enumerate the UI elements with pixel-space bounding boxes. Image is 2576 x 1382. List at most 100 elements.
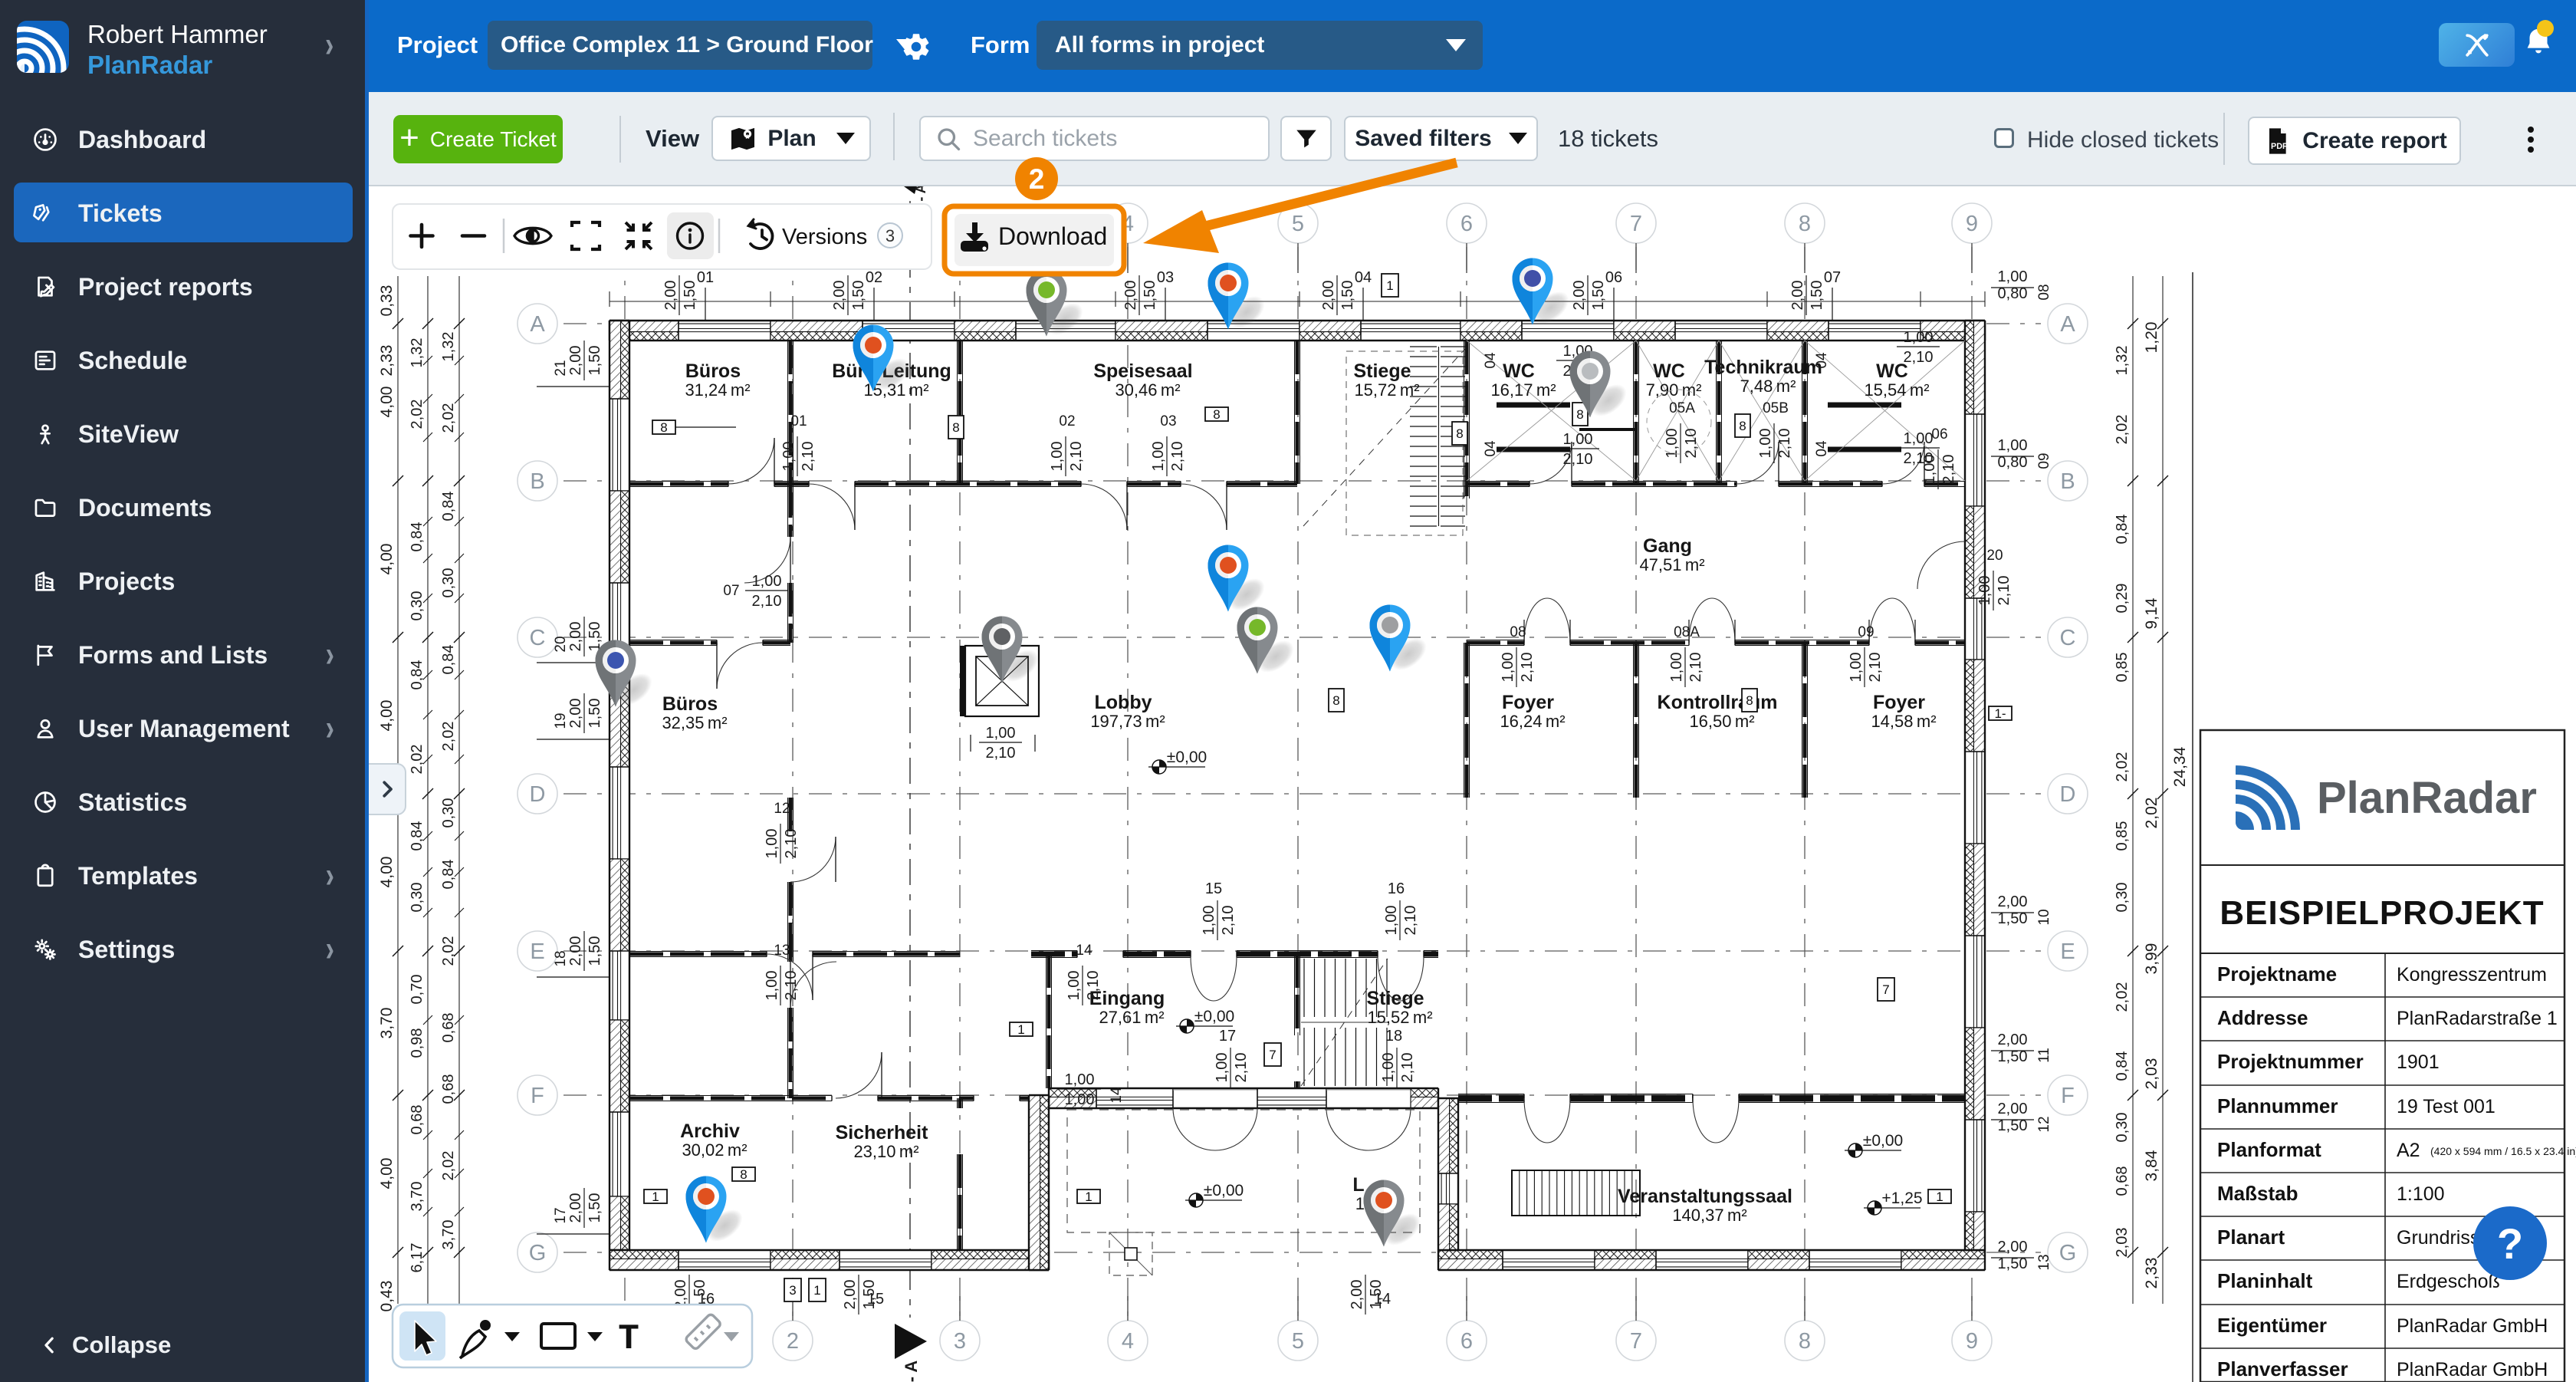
svg-text:9: 9	[1966, 212, 1978, 236]
svg-text:PDF: PDF	[2271, 142, 2288, 151]
svg-text:1,00: 1,00	[1065, 1071, 1095, 1088]
svg-text:13: 13	[2036, 1254, 2052, 1270]
svg-text:1,50: 1,50	[1590, 281, 1607, 311]
svg-text:2,10: 2,10	[1399, 1053, 1416, 1083]
svg-text:8: 8	[740, 1167, 747, 1182]
svg-text:8: 8	[1456, 426, 1463, 441]
svg-text:BEISPIELPROJEKT: BEISPIELPROJEKT	[2220, 894, 2544, 932]
svg-text:1,20: 1,20	[2143, 322, 2160, 354]
svg-text:0,68: 0,68	[2114, 1166, 2131, 1196]
svg-text:04: 04	[1814, 352, 1830, 369]
svg-text:197,73 m²: 197,73 m²	[1090, 712, 1165, 731]
svg-text:20: 20	[1986, 548, 2003, 564]
svg-text:0,84: 0,84	[409, 522, 426, 552]
svg-text:2,02: 2,02	[440, 403, 457, 433]
svg-text:15,54 m²: 15,54 m²	[1864, 380, 1929, 400]
svg-text:20: 20	[553, 636, 569, 652]
svg-text:2,10: 2,10	[1940, 455, 1957, 485]
svg-text:1:100: 1:100	[2397, 1183, 2445, 1205]
svg-text:0,30: 0,30	[409, 591, 426, 621]
svg-text:16,24 m²: 16,24 m²	[1500, 712, 1565, 731]
svg-text:T: T	[618, 1319, 639, 1359]
svg-text:C: C	[530, 626, 546, 650]
svg-text:Versions: Versions	[782, 225, 867, 249]
svg-text:4,00: 4,00	[378, 700, 396, 732]
svg-text:2,10: 2,10	[1563, 451, 1593, 468]
svg-text:0,98: 0,98	[409, 1028, 426, 1058]
svg-text:4: 4	[1122, 1329, 1134, 1354]
svg-text:140,37 m²: 140,37 m²	[1672, 1206, 1746, 1225]
svg-text:04: 04	[1483, 440, 1499, 457]
svg-text:2,33: 2,33	[378, 345, 396, 377]
svg-text:08A: 08A	[1674, 624, 1700, 640]
svg-text:A: A	[530, 312, 545, 337]
svg-text:Kontrollraum: Kontrollraum	[1658, 692, 1778, 713]
svg-text:0,68: 0,68	[440, 1074, 457, 1104]
svg-text:2,02: 2,02	[409, 400, 426, 429]
svg-text:08: 08	[1510, 624, 1526, 640]
svg-text:±0,00: ±0,00	[1863, 1132, 1903, 1150]
svg-text:24,34: 24,34	[2171, 746, 2189, 787]
svg-text:G: G	[529, 1241, 547, 1265]
svg-text:1,00: 1,00	[1904, 329, 1934, 346]
svg-text:1,00: 1,00	[1563, 431, 1593, 448]
svg-text:2,10: 2,10	[783, 829, 800, 859]
svg-text:1,00: 1,00	[1668, 653, 1685, 683]
svg-text:07: 07	[1824, 269, 1841, 286]
svg-text:0,84: 0,84	[409, 660, 426, 690]
svg-text:1,32: 1,32	[2114, 346, 2131, 376]
svg-text:0,84: 0,84	[2114, 1051, 2131, 1081]
svg-text:2,03: 2,03	[2143, 1058, 2160, 1090]
svg-text:2,00: 2,00	[567, 622, 584, 652]
svg-text:Lobby: Lobby	[1095, 692, 1152, 713]
svg-text:19: 19	[553, 712, 569, 729]
svg-text:2,10: 2,10	[783, 971, 800, 1001]
svg-text:16,50 m²: 16,50 m²	[1689, 712, 1754, 731]
svg-text:1,00: 1,00	[986, 725, 1016, 742]
svg-text:9,14: 9,14	[2143, 597, 2160, 629]
svg-text:2,00: 2,00	[567, 346, 584, 376]
svg-text:10: 10	[2036, 909, 2052, 925]
svg-text:2,02: 2,02	[2143, 798, 2160, 829]
svg-text:14: 14	[1109, 1087, 1125, 1104]
svg-text:6: 6	[1460, 1329, 1473, 1354]
svg-text:Foyer: Foyer	[1502, 692, 1554, 713]
svg-text:04: 04	[1814, 440, 1830, 457]
svg-text:±0,00: ±0,00	[1167, 749, 1207, 766]
svg-text:2,10: 2,10	[1904, 450, 1934, 467]
svg-text:1,00: 1,00	[1201, 906, 1217, 936]
svg-text:A: A	[2060, 312, 2075, 337]
svg-text:1: 1	[1085, 1190, 1092, 1204]
svg-text:2,00: 2,00	[1998, 1239, 2028, 1255]
svg-text:1,50: 1,50	[1998, 1255, 2028, 1272]
svg-text:0,30: 0,30	[440, 798, 457, 828]
svg-text:8: 8	[1332, 693, 1339, 708]
svg-text:2,00: 2,00	[1998, 893, 2028, 910]
svg-text:8: 8	[1799, 212, 1811, 236]
svg-text:Projektname: Projektname	[2217, 962, 2337, 985]
svg-text:A2: A2	[2397, 1140, 2420, 1161]
svg-text:3,70: 3,70	[378, 1008, 396, 1039]
svg-text:1,00: 1,00	[1848, 653, 1865, 683]
svg-text:30,02 m²: 30,02 m²	[682, 1140, 747, 1160]
svg-text:0,84: 0,84	[409, 821, 426, 851]
svg-text:Büros: Büros	[662, 693, 718, 715]
svg-text:0,80: 0,80	[1998, 454, 2028, 471]
svg-text:PlanRadar: PlanRadar	[2317, 773, 2537, 823]
svg-text:5: 5	[1292, 1329, 1304, 1354]
svg-text:09: 09	[2036, 452, 2052, 469]
svg-text:3: 3	[954, 1329, 966, 1354]
svg-text:7: 7	[1630, 212, 1642, 236]
svg-text:B: B	[530, 469, 544, 494]
svg-text:4,00: 4,00	[378, 1158, 396, 1190]
svg-text:2,02: 2,02	[2114, 982, 2131, 1012]
svg-text:2,02: 2,02	[409, 745, 426, 775]
svg-text:7,48 m²: 7,48 m²	[1740, 377, 1796, 396]
svg-text:7,90 m²: 7,90 m²	[1646, 380, 1702, 400]
svg-text:2,00: 2,00	[1998, 1101, 2028, 1117]
svg-text:Speisesaal: Speisesaal	[1093, 360, 1192, 382]
svg-text:1,00: 1,00	[764, 971, 780, 1001]
svg-text:3: 3	[886, 226, 895, 245]
svg-text:Grundriss: Grundriss	[2397, 1227, 2479, 1249]
svg-text:1,50: 1,50	[861, 1280, 878, 1310]
